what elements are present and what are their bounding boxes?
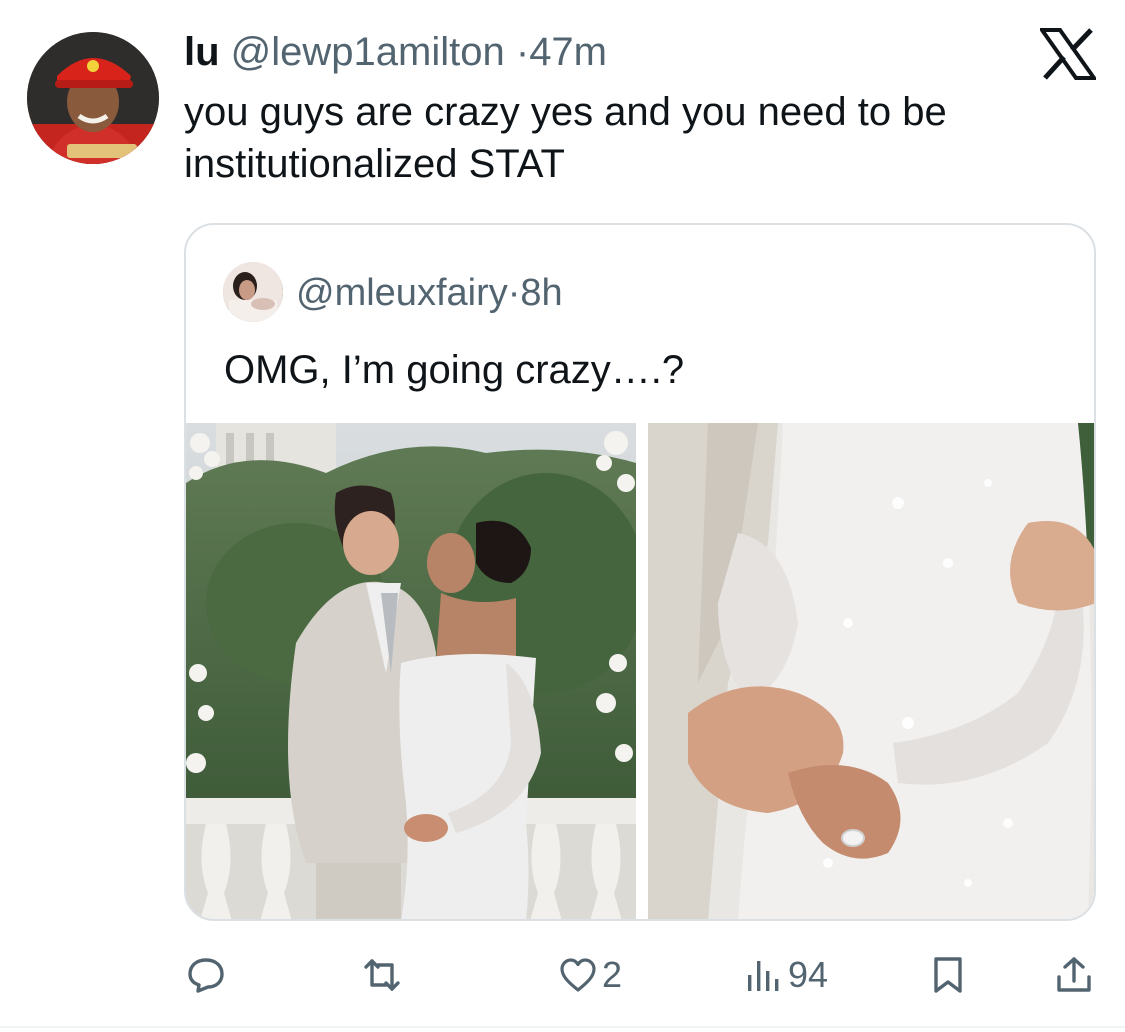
author-avatar[interactable] [27,32,159,164]
reply-button[interactable] [186,945,230,1005]
bookmark-icon [934,957,962,993]
header-separator: · [515,30,530,74]
views-button[interactable]: 94 [744,945,828,1005]
quoted-avatar-image [223,262,283,322]
bookmark-button[interactable] [928,945,968,1005]
quoted-author-handle[interactable]: @mleuxfairy [296,272,508,314]
quoted-author-avatar[interactable] [223,262,283,322]
quoted-header: @mleuxfairy·8h [296,270,563,316]
like-button[interactable]: 2 [558,945,622,1005]
tweet-time[interactable]: 47m [529,30,607,74]
views-icon [748,961,779,991]
quoted-tweet-card[interactable]: @mleuxfairy·8h OMG, I’m going crazy….? [184,223,1096,921]
views-count: 94 [788,954,829,995]
tweet-header: lu @lewp1amilton ·47m [184,28,607,76]
like-count: 2 [602,954,623,995]
quoted-separator: · [507,272,521,314]
reply-icon [188,958,224,993]
avatar-image [27,32,159,164]
wedding-hands-photo[interactable] [648,423,1094,919]
action-bar: 2 94 [0,945,1125,1005]
heart-icon [560,958,596,992]
quoted-time[interactable]: 8h [520,272,562,314]
wedding-kiss-photo[interactable] [186,423,636,919]
retweet-icon [364,959,400,991]
tweet-text: you guys are crazy yes and you need to b… [184,90,947,186]
author-name[interactable]: lu [184,30,220,74]
retweet-button[interactable] [360,945,408,1005]
quoted-text: OMG, I’m going crazy….? [224,348,685,392]
share-icon [1057,957,1091,992]
share-button[interactable] [1054,945,1094,1005]
divider [0,1026,1125,1028]
author-handle[interactable]: @lewp1amilton [231,30,505,74]
x-logo-icon [1038,28,1098,80]
